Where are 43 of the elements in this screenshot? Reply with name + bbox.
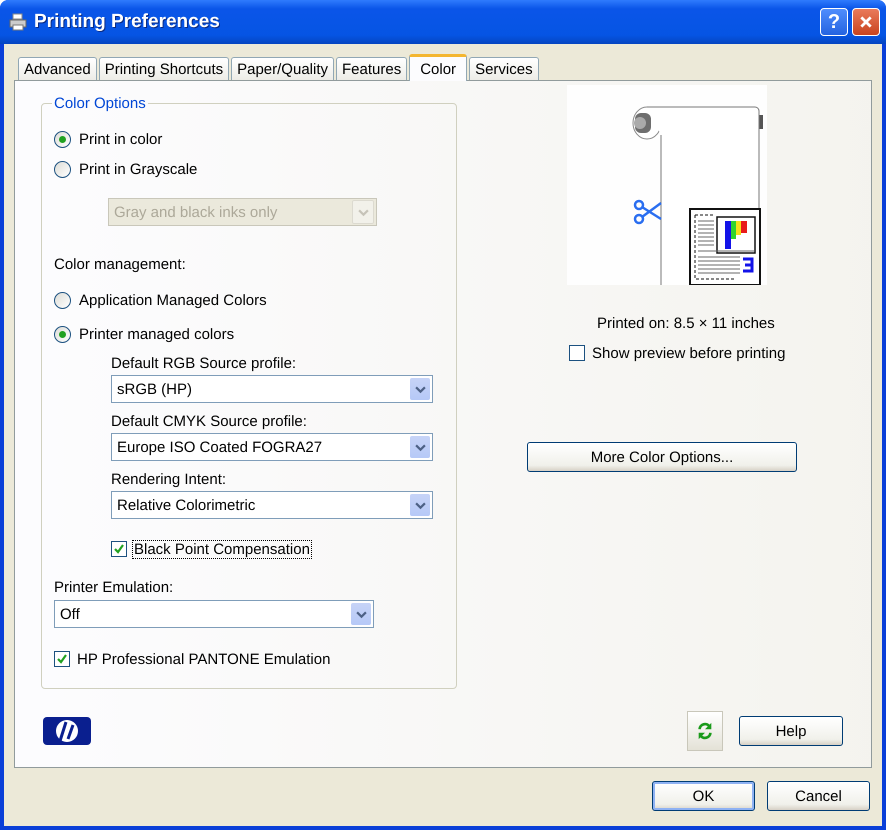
tab[interactable]: Advanced bbox=[18, 57, 97, 80]
radio-button[interactable] bbox=[54, 326, 71, 342]
field-label: Default CMYK Source profile: bbox=[111, 413, 308, 430]
close-button[interactable] bbox=[852, 8, 880, 36]
checkbox[interactable] bbox=[569, 345, 585, 361]
refresh-button[interactable] bbox=[687, 711, 723, 751]
close-icon bbox=[859, 15, 873, 29]
dropdown[interactable]: Off bbox=[54, 600, 374, 628]
field-label: Printer Emulation: bbox=[54, 579, 174, 596]
more-options-button[interactable]: More Color Options... bbox=[527, 442, 797, 472]
checkbox-label[interactable]: Black Point Compensation bbox=[133, 540, 311, 558]
field-label: Default RGB Source profile: bbox=[111, 355, 298, 372]
help-button[interactable]: Help bbox=[739, 716, 843, 746]
tab[interactable]: Features bbox=[336, 57, 408, 80]
tab[interactable]: Printing Shortcuts bbox=[98, 57, 230, 80]
checkbox-label[interactable]: HP Professional PANTONE Emulation bbox=[76, 650, 332, 668]
tab[interactable]: Services bbox=[469, 57, 539, 80]
dialog-button[interactable]: Cancel bbox=[767, 781, 870, 811]
field-label: Rendering Intent: bbox=[111, 471, 228, 488]
radio-label[interactable]: Printer managed colors bbox=[78, 326, 236, 342]
dialog-button[interactable]: OK bbox=[652, 781, 755, 811]
radio-label[interactable]: Print in color bbox=[78, 130, 164, 148]
section-label: Color management: bbox=[54, 256, 187, 273]
help-button[interactable]: ? bbox=[820, 8, 848, 36]
group-title: Color Options bbox=[53, 95, 147, 112]
window-title: Printing Preferences bbox=[34, 11, 220, 33]
dropdown[interactable]: sRGB (HP) bbox=[111, 375, 433, 403]
radio-button[interactable] bbox=[54, 130, 71, 148]
checkbox[interactable] bbox=[54, 651, 70, 667]
logo-icon bbox=[43, 717, 91, 745]
tab[interactable]: Paper/Quality bbox=[231, 57, 334, 80]
checkbox[interactable] bbox=[111, 541, 127, 557]
radio-button[interactable] bbox=[54, 160, 71, 178]
radio-button[interactable] bbox=[54, 292, 71, 308]
dropdown[interactable]: Europe ISO Coated FOGRA27 bbox=[111, 433, 433, 461]
refresh-icon bbox=[696, 720, 714, 742]
radio-label[interactable]: Print in Grayscale bbox=[78, 160, 198, 178]
radio-label[interactable]: Application Managed Colors bbox=[78, 292, 268, 308]
tab[interactable]: Color bbox=[409, 54, 468, 81]
checkbox-label[interactable]: Show preview before printing bbox=[591, 344, 786, 362]
preview-caption: Printed on: 8.5 × 11 inches bbox=[597, 315, 775, 332]
dropdown[interactable]: Relative Colorimetric bbox=[111, 491, 433, 519]
printer-icon bbox=[8, 12, 28, 32]
